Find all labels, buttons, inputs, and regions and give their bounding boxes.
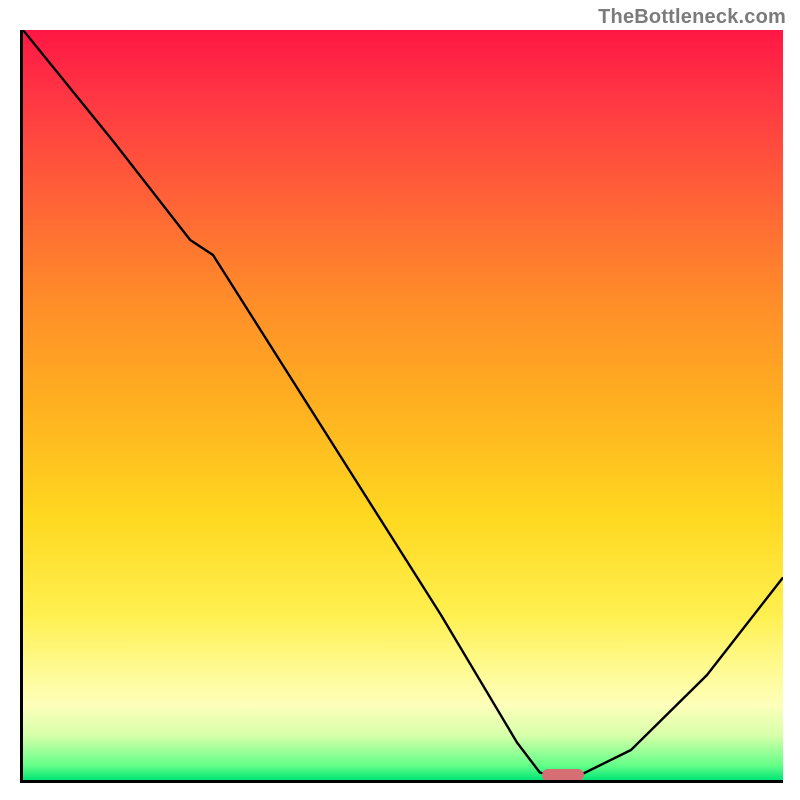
bottleneck-chart: TheBottleneck.com — [0, 0, 800, 800]
curve-svg — [23, 30, 783, 780]
watermark-text: TheBottleneck.com — [598, 6, 786, 29]
bottleneck-curve-path — [23, 30, 783, 780]
plot-area — [20, 30, 783, 783]
optimal-marker — [542, 769, 584, 781]
